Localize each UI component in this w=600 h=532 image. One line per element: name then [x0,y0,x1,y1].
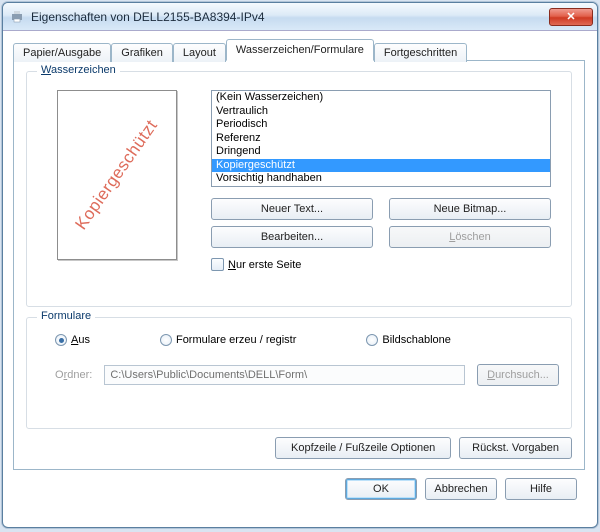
new-bitmap-button[interactable]: Neue Bitmap... [389,198,551,220]
group-forms-legend: Formulare [37,310,95,322]
radio-off-indicator [55,334,67,346]
forms-radio-group: Aus Formulare erzeu / registr Bildschabl… [55,334,559,346]
watermark-preview-text: Kopiergeschützt [72,116,163,233]
properties-dialog: Eigenschaften von DELL2155-BA8394-IPv4 ✕… [2,2,598,528]
watermark-option[interactable]: Vertraulich [212,105,550,119]
radio-create-label: Formulare erzeu / registr [176,334,296,346]
folder-path-field: C:\Users\Public\Documents\DELL\Form\ [104,365,465,385]
tab-graphics[interactable]: Grafiken [111,43,173,62]
radio-image-overlay[interactable]: Bildschablone [366,334,451,346]
watermark-listbox[interactable]: (Kein Wasserzeichen)VertraulichPeriodisc… [211,90,551,187]
radio-off[interactable]: Aus [55,334,90,346]
browse-button: Durchsuch... [477,364,559,386]
watermark-option[interactable]: Dringend [212,145,550,159]
group-forms: Formulare Aus Formulare erzeu / registr … [26,317,572,429]
watermark-button-grid: Neuer Text... Neue Bitmap... Bearbeiten.… [211,198,553,248]
radio-create-indicator [160,334,172,346]
folder-row: Ordner: C:\Users\Public\Documents\DELL\F… [55,364,559,386]
delete-button: Löschen [389,226,551,248]
close-icon: ✕ [566,10,575,23]
radio-overlay-indicator [366,334,378,346]
edit-button[interactable]: Bearbeiten... [211,226,373,248]
group-watermark: Wasserzeichen Kopiergeschützt (Kein Wass… [26,71,572,307]
header-footer-options-button[interactable]: Kopfzeile / Fußzeile Optionen [275,437,451,459]
watermark-option[interactable]: Vorsichtig handhaben [212,172,550,186]
tab-advanced[interactable]: Fortgeschritten [374,43,467,62]
radio-create-register[interactable]: Formulare erzeu / registr [160,334,296,346]
group-watermark-legend: Wasserzeichen [37,64,120,76]
watermark-option[interactable]: Periodisch [212,118,550,132]
watermark-option[interactable]: Kopiergeschützt [212,159,550,173]
tab-watermark-forms[interactable]: Wasserzeichen/Formulare [226,39,374,61]
window-title: Eigenschaften von DELL2155-BA8394-IPv4 [31,10,549,24]
page-bottom-buttons: Kopfzeile / Fußzeile Optionen Rückst. Vo… [275,437,572,459]
first-page-only-label: Nur erste Seite [228,259,301,271]
ok-button[interactable]: OK [345,478,417,500]
watermark-option[interactable]: (Kein Wasserzeichen) [212,91,550,105]
first-page-only-checkbox[interactable] [211,258,224,271]
new-text-button[interactable]: Neuer Text... [211,198,373,220]
client-area: Papier/Ausgabe Grafiken Layout Wasserzei… [3,31,597,508]
restore-defaults-button[interactable]: Rückst. Vorgaben [459,437,572,459]
cancel-button[interactable]: Abbrechen [425,478,497,500]
printer-icon [9,9,25,25]
titlebar[interactable]: Eigenschaften von DELL2155-BA8394-IPv4 ✕ [3,3,597,31]
first-page-only-row: Nur erste Seite [211,258,301,271]
help-button[interactable]: Hilfe [505,478,577,500]
watermark-preview: Kopiergeschützt [57,90,177,260]
radio-off-label: Aus [71,334,90,346]
tab-page-watermark: Wasserzeichen Kopiergeschützt (Kein Wass… [13,60,585,470]
dialog-button-row: OK Abbrechen Hilfe [13,470,587,500]
tab-paper-output[interactable]: Papier/Ausgabe [13,43,111,62]
radio-overlay-label: Bildschablone [382,334,451,346]
watermark-option[interactable]: Referenz [212,132,550,146]
close-button[interactable]: ✕ [549,8,593,26]
tabstrip: Papier/Ausgabe Grafiken Layout Wasserzei… [13,39,587,61]
tab-layout[interactable]: Layout [173,43,226,62]
folder-label: Ordner: [55,369,92,381]
